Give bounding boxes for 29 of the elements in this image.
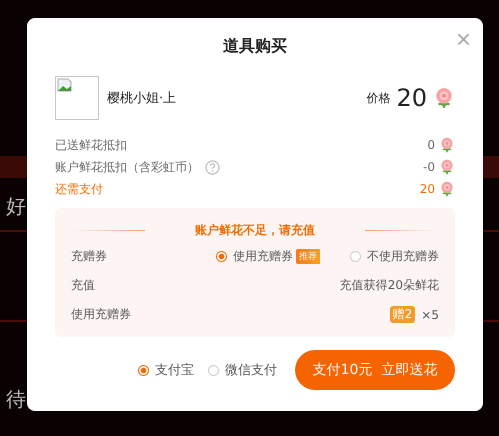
summary-label: 还需支付 [55,180,103,198]
bonus-tag: 赠2 [390,306,416,323]
coupon-label: 充赠券 [71,248,107,265]
price-value: 20 [396,84,427,112]
flower-icon [439,181,455,197]
flower-icon [439,159,455,175]
recharge-label: 充值 [71,277,95,294]
help-icon[interactable] [205,160,220,174]
summary-value: 0 [427,138,435,152]
dialog-title: 道具购买 [222,35,288,57]
recharge-notice: 账户鲜花不足，请充值 [194,222,316,238]
price-label: 价格 [366,90,390,106]
broken-image-icon [55,76,99,120]
coupon-option[interactable]: 使用充赠券 推荐 [216,248,320,265]
coupon-option[interactable]: 不使用充赠券 [350,248,439,265]
summary-value: 20 [420,182,435,196]
summary-label: 已送鲜花抵扣 [55,136,127,154]
coupon-count: ×5 [421,308,439,322]
recommend-badge: 推荐 [296,249,320,264]
use-coupon-label: 使用充赠券 [71,306,131,323]
background-text: 好 [6,193,26,220]
item-name: 樱桃小姐·上 [107,90,176,107]
recharge-value: 充值获得20朵鲜花 [340,277,439,294]
flower-icon [439,137,455,153]
payment-option[interactable]: 支付宝 [138,361,194,379]
payment-option[interactable]: 微信支付 [208,361,277,379]
summary-value: -0 [423,160,435,174]
summary-label: 账户鲜花抵扣（含彩虹币） [55,158,199,176]
background-text: 待 [6,386,26,413]
